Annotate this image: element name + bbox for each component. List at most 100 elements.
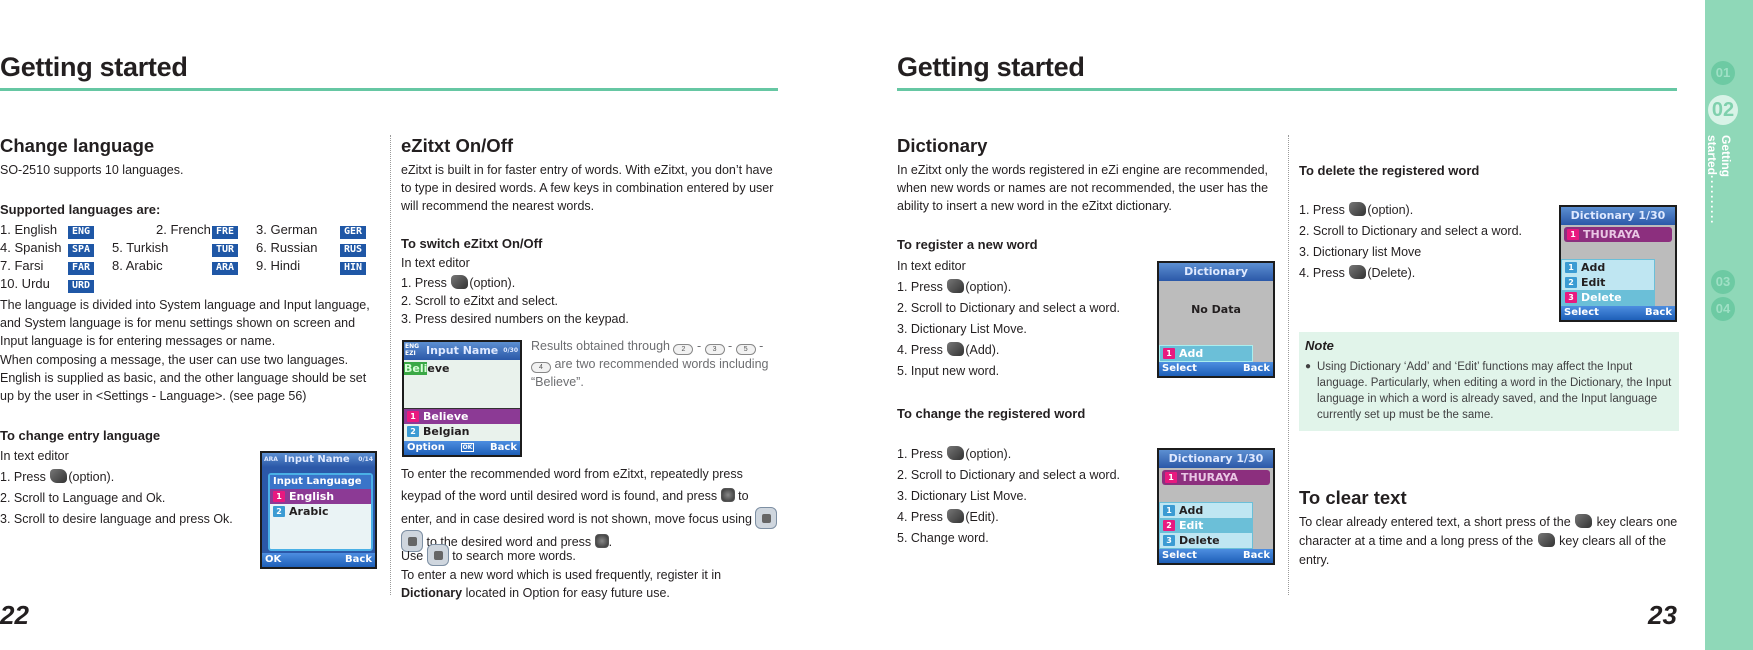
left-page-title: Getting started	[0, 52, 188, 82]
step-text: 5. Change word.	[897, 531, 989, 545]
language-code-badge: SPA	[68, 244, 94, 257]
screen-title: Input Name	[426, 344, 499, 357]
menu-row: 3 Delete	[1160, 533, 1252, 548]
change-word-heading: To change the registered word	[897, 406, 1086, 421]
left-softkey: Option	[407, 442, 445, 453]
chapter-tab-02-active[interactable]: 02	[1708, 95, 1738, 125]
right-softkey: Back	[345, 554, 372, 565]
enter-word-instructions: To enter the recommended word from eZitx…	[401, 463, 781, 553]
key-5-icon: 5	[735, 344, 756, 355]
register-steps: 1. Press (option). 2. Scroll to Dictiona…	[897, 277, 1120, 382]
option-key-icon	[947, 446, 965, 460]
language-label: 6. Russian	[256, 240, 318, 255]
switch-context: In text editor	[401, 256, 470, 270]
left-softkey: Select	[1162, 550, 1197, 561]
right-softkey: Back	[1243, 550, 1270, 561]
option-key-icon	[1349, 202, 1367, 216]
left-softkey: Select	[1162, 363, 1197, 374]
menu-row: 1 Add	[1562, 260, 1654, 275]
no-data-text: No Data	[1191, 303, 1241, 316]
step-text: 2. Scroll to Language and Ok.	[0, 491, 166, 505]
option-row: 1 English	[270, 489, 371, 504]
change-steps: 1. Press (option). 2. Scroll to Dictiona…	[897, 444, 1120, 549]
language-code-badge: FRE	[212, 226, 238, 239]
step-text: 3. Dictionary List Move.	[897, 322, 1027, 336]
language-code-badge: FAR	[68, 262, 94, 275]
switch-ezitxt-heading: To switch eZitxt On/Off	[401, 236, 543, 251]
softkey-icon	[947, 509, 965, 523]
step-text: 3. Dictionary list Move	[1299, 245, 1422, 259]
ezitxt-intro: eZitxt is built in for faster entry of w…	[401, 163, 774, 213]
chapter-tab-01[interactable]: 01	[1711, 61, 1735, 85]
language-code-badge: GER	[340, 226, 366, 239]
left-title-rule	[0, 88, 778, 91]
ezitxt-screen: ENG EZI Input Name 0/30 Believe 1 Believe …	[402, 340, 522, 457]
switch-steps: 1. Press (option). 2. Scroll to eZitxt a…	[401, 274, 629, 328]
change-language-intro: SO-2510 supports 10 languages.	[0, 163, 184, 177]
step-text: 1. Press	[401, 276, 451, 290]
screen-counter: 0/14	[358, 456, 373, 463]
language-label: 5. Turkish	[112, 240, 169, 255]
key-2-icon: 2	[673, 344, 694, 355]
suggestion-row: 2 Belgian	[404, 424, 520, 439]
language-label: 3. German	[256, 222, 318, 237]
nav-key-side-icon	[426, 544, 449, 566]
language-indicator: ENG	[405, 343, 420, 350]
option-key-icon	[947, 279, 965, 293]
language-label: 10. Urdu	[0, 276, 50, 291]
language-code-badge: RUS	[340, 244, 366, 257]
key-4-icon: 4	[531, 362, 551, 373]
option-key-icon	[451, 275, 469, 289]
delete-word-heading: To delete the registered word	[1299, 163, 1480, 178]
chapter-tab-03[interactable]: 03	[1711, 270, 1735, 294]
step-text: 2. Scroll to Dictionary and select a wor…	[1299, 224, 1523, 238]
register-word-heading: To register a new word	[897, 237, 1038, 252]
left-softkey: OK	[265, 554, 282, 565]
note-box: Note ● Using Dictionary ‘Add’ and ‘Edit’…	[1299, 332, 1679, 431]
page-number-left: 22	[0, 600, 29, 630]
ezitxt-heading: eZitxt On/Off	[401, 135, 514, 156]
screen-title: Dictionary 1/30	[1561, 207, 1675, 225]
composing-description: When composing a message, the user can u…	[0, 353, 367, 403]
step-text: (option).	[68, 470, 115, 484]
step-text: 3. Scroll to desire language and press O…	[0, 512, 233, 526]
language-label: 2. French	[156, 222, 211, 237]
results-note: Results obtained through 2 - 3 - 5 - 4 a…	[531, 339, 769, 389]
language-code-badge: URD	[68, 280, 94, 293]
key-3-icon: 3	[704, 344, 725, 355]
screen-counter: 0/30	[503, 347, 518, 354]
bullet-icon: ●	[1305, 361, 1312, 372]
softkey-icon	[1349, 265, 1367, 279]
screen-title: Dictionary 1/30	[1159, 450, 1273, 468]
right-softkey: Back	[1243, 363, 1270, 374]
dictionary-word-row: 1 THURAYA	[1564, 227, 1672, 242]
entry-language-heading: To change entry language	[0, 428, 161, 443]
step-text: 5. Input new word.	[897, 364, 1000, 378]
register-context: In text editor	[897, 259, 966, 273]
right-title-rule	[897, 88, 1677, 91]
ok-key-icon	[720, 488, 735, 502]
step-text: (option).	[469, 276, 516, 290]
language-code-badge: ENG	[68, 226, 94, 239]
dictionary-word-row: 1 THURAYA	[1162, 470, 1270, 485]
chapter-tab-04[interactable]: 04	[1711, 297, 1735, 321]
menu-row-selected: 3 Delete	[1562, 290, 1654, 305]
change-language-heading: Change language	[0, 135, 155, 156]
menu-row: 2 Edit	[1562, 275, 1654, 290]
screen-title: Dictionary	[1159, 263, 1273, 281]
step-text: 2. Scroll to eZitxt and select.	[401, 294, 559, 308]
entry-steps: 1. Press (option). 2. Scroll to Language…	[0, 467, 233, 530]
chapter-sidebar: 01 02 Getting started·········· 03 04	[1705, 0, 1753, 650]
clear-key-icon	[1537, 533, 1555, 547]
language-label: 9. Hindi	[256, 258, 301, 273]
step-text: 1. Press	[0, 470, 50, 484]
language-code-badge: TUR	[212, 244, 238, 257]
suggestion-row: 1 Believe	[404, 409, 520, 424]
step-text: 2. Scroll to Dictionary and select a wor…	[897, 468, 1121, 482]
input-language-screen: ARA Input Name 0/14 Input Language 1 Engl…	[260, 451, 377, 569]
option-row: 2 Arabic	[270, 504, 371, 519]
register-tip: To enter a new word which is used freque…	[401, 568, 722, 600]
active-chapter-label: Getting started··········	[1705, 135, 1733, 225]
language-code-badge: ARA	[212, 262, 238, 275]
dictionary-edit-screen: Dictionary 1/30 1 THURAYA 1 Add 2 Edit 3 Del…	[1157, 448, 1275, 565]
